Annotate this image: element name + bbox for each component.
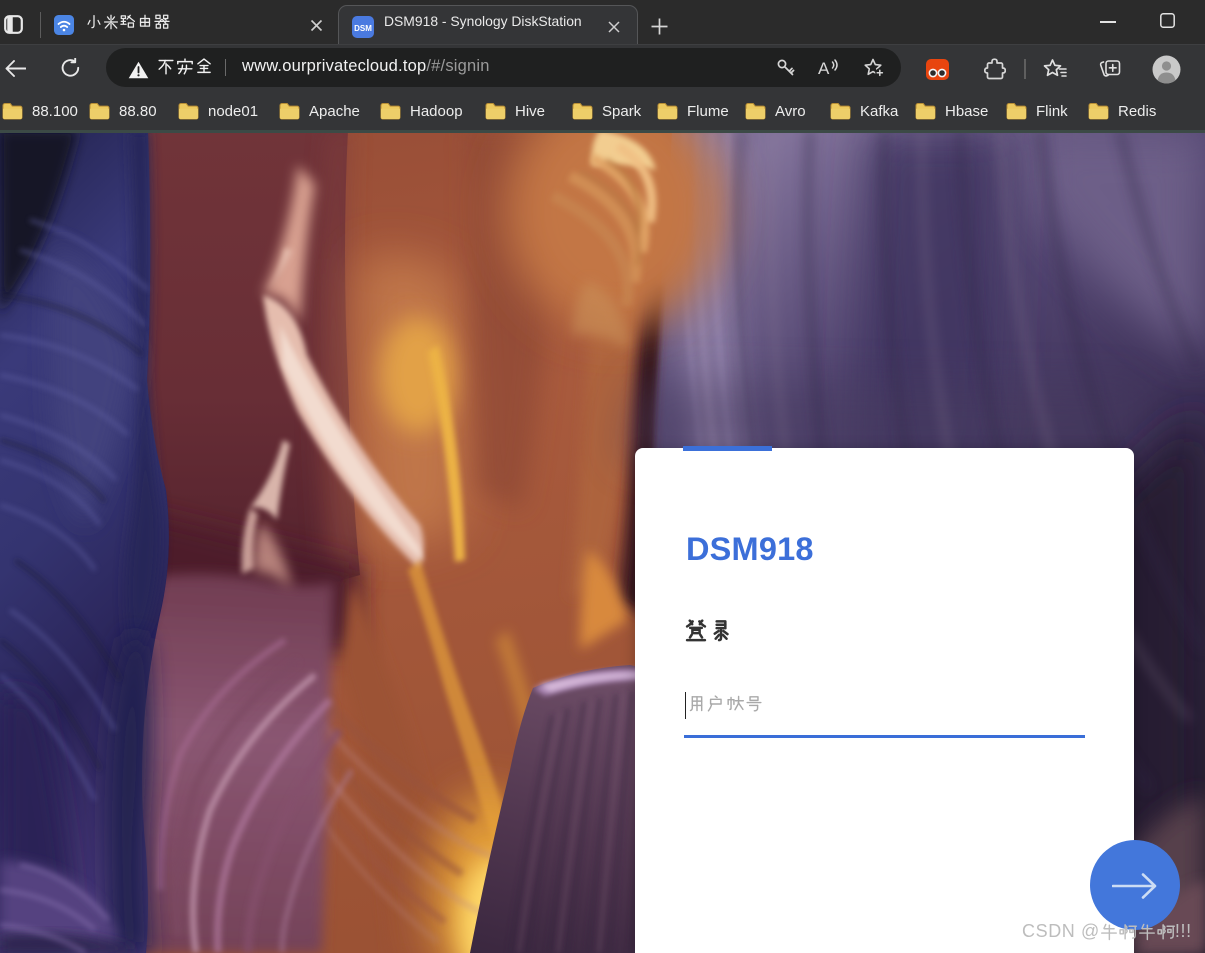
svg-text:A: A <box>818 59 830 77</box>
svg-text:DSM: DSM <box>354 24 372 33</box>
